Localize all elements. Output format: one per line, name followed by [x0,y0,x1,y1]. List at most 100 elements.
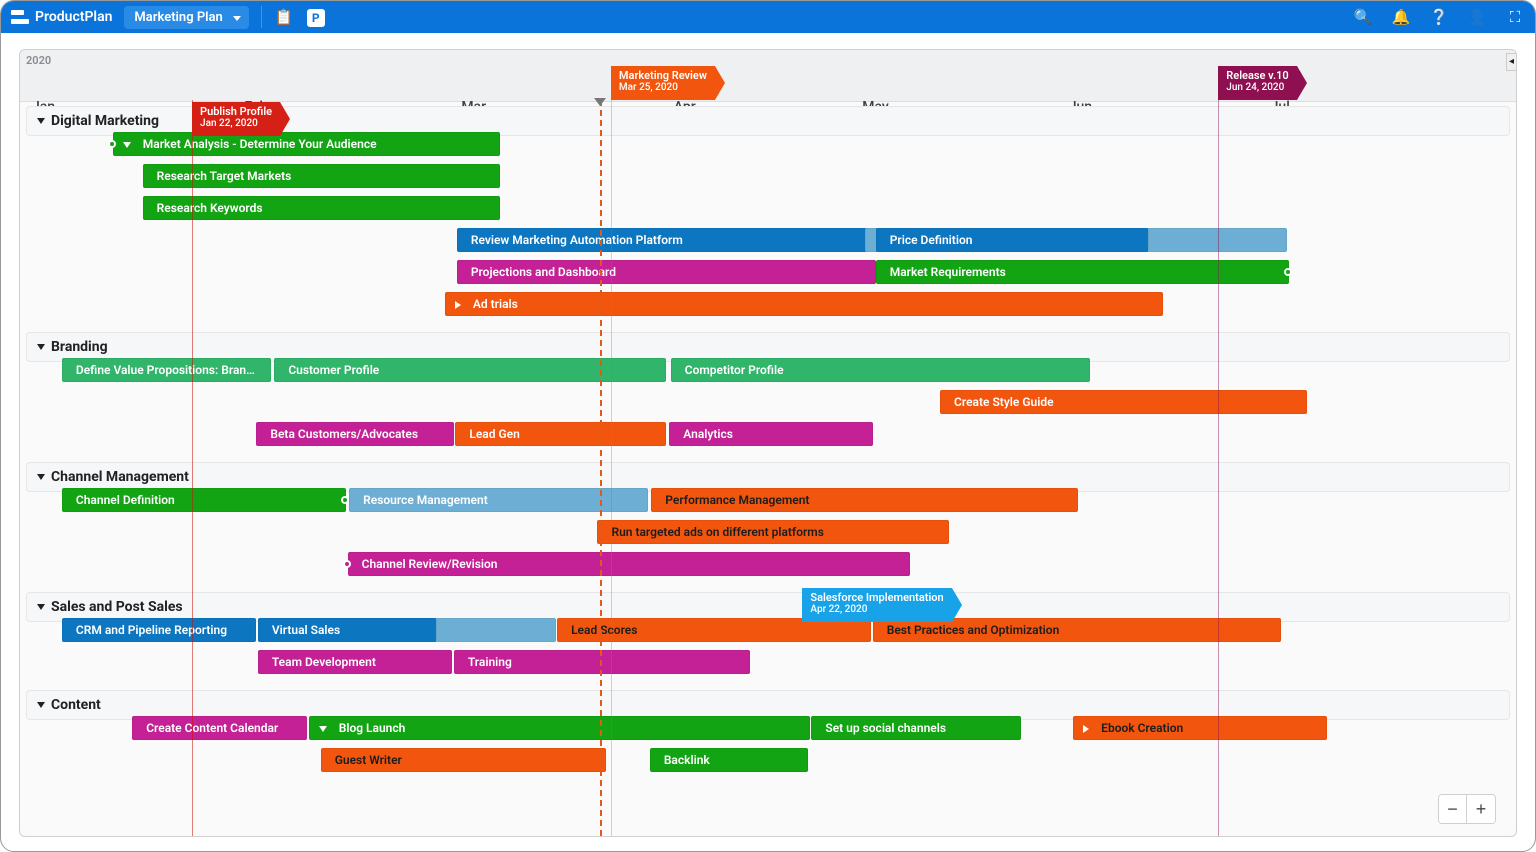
roadmap-bar[interactable]: Customer Profile [274,358,666,382]
bar-label: Best Practices and Optimization [887,623,1060,637]
milestone-date: Jun 24, 2020 [1226,82,1288,93]
chevron-down-icon [37,604,45,610]
bar-label: Create Content Calendar [146,721,278,735]
bar-label: Research Target Markets [157,169,292,183]
bar-label: Guest Writer [335,753,402,767]
lane-title: Sales and Post Sales [51,599,183,615]
chevron-down-icon [37,118,45,124]
milestone-flag[interactable]: Publish ProfileJan 22, 2020 [192,102,280,136]
brand: ProductPlan [11,9,112,25]
bar-label: Channel Review/Revision [362,557,498,571]
roadmap-bar[interactable]: Define Value Propositions: Brand, ... [62,358,271,382]
bar-label: Ebook Creation [1101,721,1183,735]
milestone-flag[interactable]: Marketing ReviewMar 25, 2020 [611,66,715,100]
roadmap-bar[interactable]: Resource Management [349,488,648,512]
fullscreen-icon[interactable]: ⛶ [1505,8,1525,26]
lane-title: Branding [51,339,108,355]
roadmap-bar[interactable]: Performance Management [651,488,1077,512]
clipboard-icon[interactable]: 📋 [274,8,294,26]
milestone-title: Release v.10 [1226,69,1288,82]
parking-lot-icon[interactable]: P [306,8,326,27]
milestone-flag[interactable]: Release v.10Jun 24, 2020 [1218,66,1296,100]
bar-label: Virtual Sales [272,623,340,637]
roadmap-bar[interactable]: Channel Definition [62,488,346,512]
roadmap-bar[interactable]: Analytics [669,422,872,446]
chevron-down-icon [37,474,45,480]
zoom-control: − + [1438,794,1496,824]
brand-icon [11,10,29,24]
chevron-right-icon [1083,725,1089,733]
roadmap-bar[interactable]: Create Style Guide [940,390,1307,414]
roadmap-bar[interactable]: CRM and Pipeline Reporting [62,618,256,642]
roadmap-bar[interactable]: Research Keywords [143,196,501,220]
milestone-flag[interactable]: Salesforce ImplementationApr 22, 2020 [802,588,951,622]
bar-label: Resource Management [363,493,488,507]
user-icon[interactable]: 👤 [1467,8,1487,26]
roadmap-bar[interactable]: Competitor Profile [671,358,1090,382]
roadmap-bar[interactable] [436,618,556,642]
bar-label: Research Keywords [157,201,263,215]
milestone-date: Jan 22, 2020 [200,118,272,129]
caret-down-icon [233,16,241,21]
chevron-down-icon [319,726,327,732]
roadmap-board: ◂ 2020 JanFebMarAprMayJunJul Digital Mar… [19,49,1517,837]
roadmap-bar[interactable]: Channel Review/Revision [348,552,910,576]
bar-label: Projections and Dashboard [471,265,616,279]
roadmap-bar[interactable]: Set up social channels [811,716,1020,740]
roadmap-bar[interactable]: Lead Gen [455,422,666,446]
zoom-in-button[interactable]: + [1467,795,1495,823]
timeline-year: 2020 [26,54,51,67]
nav-separator [261,6,262,28]
bar-label: Team Development [272,655,376,669]
help-icon[interactable]: ❔ [1429,8,1449,26]
roadmap-bar[interactable]: Run targeted ads on different platforms [597,520,949,544]
bar-label: Lead Scores [571,623,637,637]
bar-label: Review Marketing Automation Platform [471,233,683,247]
plan-dropdown[interactable]: Marketing Plan [124,6,248,29]
roadmap-bar[interactable]: Blog Launch [309,716,810,740]
bar-label: Beta Customers/Advocates [270,427,418,441]
roadmap-bar[interactable]: Research Target Markets [143,164,501,188]
bar-label: Customer Profile [288,363,379,377]
dependency-dot [343,560,351,568]
bar-label: Define Value Propositions: Brand, ... [76,363,269,377]
bar-label: Blog Launch [339,721,406,735]
roadmap-bar[interactable]: Virtual Sales [258,618,438,642]
roadmap-bar[interactable]: Backlink [650,748,809,772]
brand-label: ProductPlan [35,9,112,25]
lane-title: Content [51,697,101,713]
roadmap-bar[interactable]: Ad trials [445,292,1163,316]
bar-label: Ad trials [473,297,518,311]
bar-label: Competitor Profile [685,363,784,377]
chevron-right-icon [455,301,461,309]
milestone-title: Salesforce Implementation [810,591,943,604]
roadmap-bar[interactable]: Price Definition [876,228,1150,252]
roadmap-bar[interactable]: Create Content Calendar [132,716,307,740]
roadmap-bar[interactable]: Review Marketing Automation Platform [457,228,868,252]
roadmap-bar[interactable]: Ebook Creation [1073,716,1327,740]
roadmap-bar[interactable]: Guest Writer [321,748,607,772]
milestone-date: Mar 25, 2020 [619,82,707,93]
roadmap-bar[interactable]: Projections and Dashboard [457,260,876,284]
bar-label: Analytics [683,427,733,441]
bar-label: Training [468,655,512,669]
collapse-side-tab[interactable]: ◂ [1506,53,1516,71]
roadmap-bar[interactable]: Market Requirements [876,260,1289,284]
bar-label: Performance Management [665,493,809,507]
roadmap-bar[interactable]: Team Development [258,650,452,674]
bar-label: Run targeted ads on different platforms [611,525,823,539]
plan-name: Marketing Plan [134,10,222,25]
milestone-title: Marketing Review [619,69,707,82]
roadmap-bar[interactable]: Beta Customers/Advocates [256,422,453,446]
bar-label: Price Definition [890,233,973,247]
zoom-out-button[interactable]: − [1439,795,1467,823]
top-nav: ProductPlan Marketing Plan 📋 P 🔍 🔔 ❔ 👤 ⛶ [1,1,1535,33]
chevron-down-icon [37,702,45,708]
bar-label: Lead Gen [469,427,519,441]
search-icon[interactable]: 🔍 [1353,8,1373,26]
milestone-date: Apr 22, 2020 [810,604,943,615]
bar-label: Backlink [664,753,710,767]
bar-label: Channel Definition [76,493,175,507]
roadmap-bar[interactable]: Market Analysis - Determine Your Audienc… [113,132,500,156]
bell-icon[interactable]: 🔔 [1391,8,1411,26]
